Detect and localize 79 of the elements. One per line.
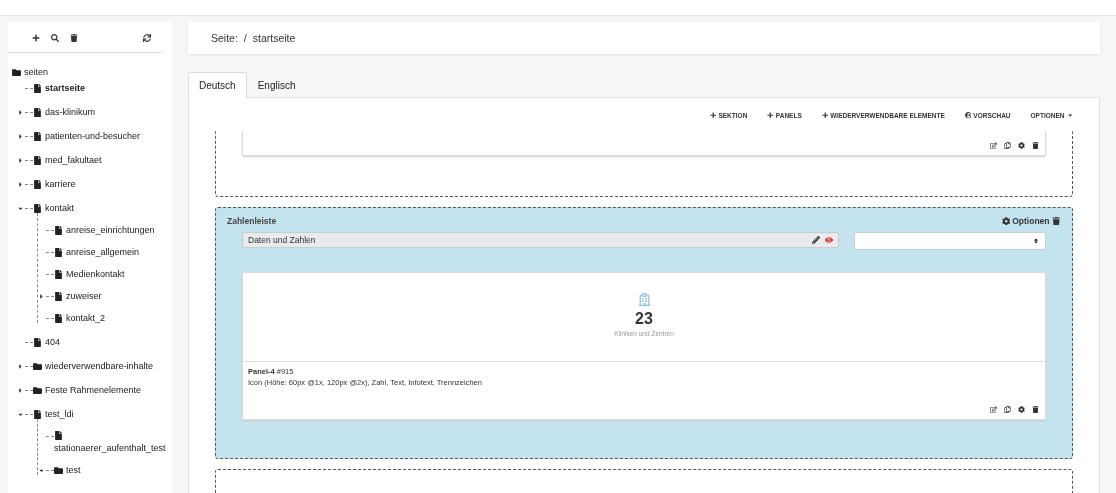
tree-item[interactable]: stationaerer_aufenthalt_test	[54, 431, 166, 453]
section-title: Zahlenleiste	[227, 216, 278, 226]
caret-down-icon[interactable]	[17, 411, 24, 418]
tree-item[interactable]: kontakt	[33, 203, 75, 213]
section-name-field[interactable]: Daten und Zahlen	[242, 232, 839, 248]
settings-icon[interactable]	[1018, 406, 1025, 413]
tree-item[interactable]: das-klinikum	[33, 107, 95, 117]
copy-icon[interactable]	[1004, 406, 1011, 413]
caret-down-icon[interactable]	[17, 205, 24, 212]
caret-right-icon[interactable]	[17, 387, 24, 394]
trash-icon[interactable]	[1032, 406, 1039, 413]
breadcrumb-separator: /	[243, 32, 247, 44]
file-icon	[54, 431, 63, 440]
caret-right-icon[interactable]	[38, 293, 45, 300]
tree-item[interactable]: zuweiser	[54, 291, 102, 301]
language-tab[interactable]: Deutsch	[188, 72, 247, 98]
settings-icon[interactable]	[1018, 142, 1025, 149]
section-name-input[interactable]: Daten und Zahlen	[248, 235, 807, 245]
file-icon	[54, 247, 63, 257]
tree-item[interactable]: anreise_einrichtungen	[54, 225, 155, 235]
tree-item[interactable]: Medienkontakt	[54, 269, 125, 279]
caret-down-icon[interactable]	[38, 467, 45, 474]
tree-item[interactable]: anreise_allgemein	[54, 247, 140, 257]
file-icon	[33, 179, 42, 189]
globe-icon	[964, 111, 972, 119]
caret-right-icon[interactable]	[17, 133, 24, 140]
hospital-building-icon	[637, 293, 651, 306]
tree-item[interactable]: test	[54, 465, 81, 475]
options-button[interactable]: Optionen	[1001, 216, 1060, 226]
tree-item[interactable]: patienten-und-besucher	[33, 131, 141, 141]
plus-icon	[709, 111, 717, 119]
tree-item[interactable]: karriere	[33, 179, 76, 189]
file-icon	[54, 291, 63, 301]
folder-icon	[33, 385, 42, 395]
gear-icon	[1001, 216, 1011, 226]
file-icon	[33, 337, 42, 347]
tree-item[interactable]: test_ldi	[33, 409, 74, 419]
refresh-icon[interactable]	[143, 34, 151, 42]
folder-icon	[54, 465, 63, 475]
file-icon	[33, 83, 42, 93]
file-icon	[54, 313, 63, 323]
caret-right-icon[interactable]	[17, 181, 24, 188]
tree-item[interactable]: wiederverwendbare-inhalte	[33, 361, 154, 371]
tree-item[interactable]: kontakt_2	[54, 313, 106, 323]
sort-arrows-icon	[1033, 238, 1039, 244]
file-icon	[33, 409, 42, 419]
trash-icon[interactable]	[1032, 142, 1039, 149]
tree-item[interactable]: startseite	[33, 83, 86, 93]
caret-right-icon[interactable]	[17, 363, 24, 370]
number-value: 23	[635, 310, 653, 328]
folder-icon	[33, 361, 42, 371]
tree-item[interactable]: med_fakultaet	[33, 155, 102, 165]
file-icon	[33, 107, 42, 117]
caret-right-icon[interactable]	[17, 109, 24, 116]
file-icon	[33, 203, 42, 213]
plus-icon	[767, 111, 774, 119]
folder-icon	[12, 67, 21, 77]
trash-icon	[1051, 216, 1060, 226]
search-icon[interactable]	[51, 34, 59, 42]
caret-right-icon[interactable]	[17, 157, 24, 164]
breadcrumb-page: startseite	[252, 32, 296, 44]
language-tab[interactable]: Englisch	[246, 72, 307, 98]
file-icon	[54, 269, 63, 279]
plus-icon	[821, 111, 829, 119]
tree-item[interactable]: 404	[33, 337, 61, 347]
file-icon	[54, 225, 63, 235]
trash-icon[interactable]	[70, 34, 78, 42]
tree-item[interactable]: Feste Rahmenelemente	[33, 385, 142, 395]
tree-item[interactable]: seiten	[12, 67, 49, 77]
add-icon[interactable]	[32, 34, 40, 42]
copy-icon[interactable]	[1004, 142, 1011, 149]
file-icon	[33, 131, 42, 141]
edit-icon[interactable]	[990, 142, 997, 149]
breadcrumb-label: Seite:	[211, 32, 238, 44]
file-icon	[33, 155, 42, 165]
pencil-icon[interactable]	[812, 236, 820, 244]
edit-icon[interactable]	[990, 406, 997, 413]
eye-icon[interactable]	[825, 236, 833, 244]
caret-icon	[1066, 111, 1073, 119]
